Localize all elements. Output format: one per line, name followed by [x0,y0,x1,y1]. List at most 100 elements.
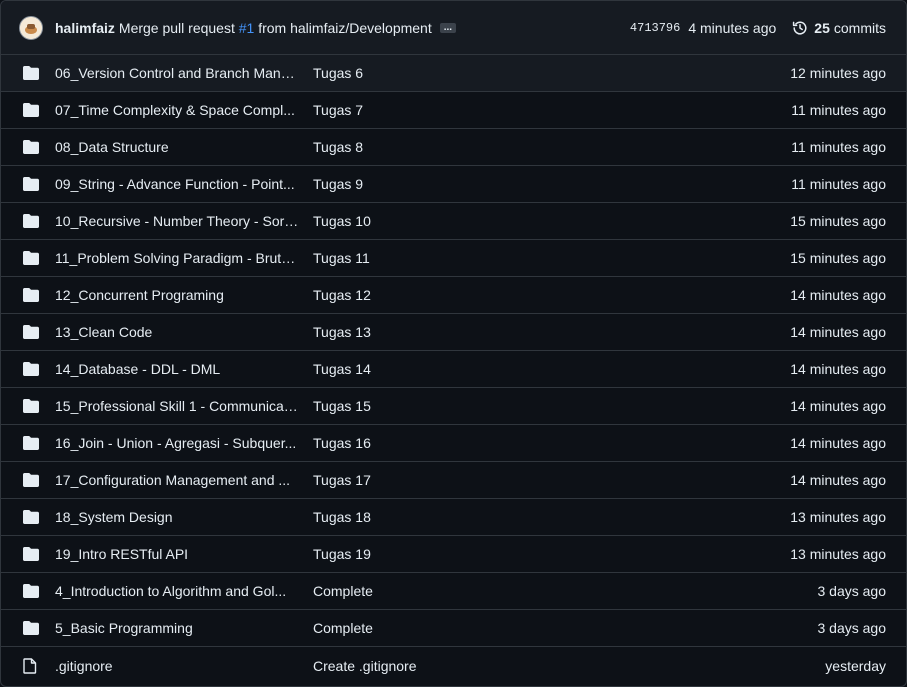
commit-sha[interactable]: 4713796 [630,21,680,35]
commit-author[interactable]: halimfaiz [55,20,115,36]
folder-icon [23,250,41,266]
commit-message-prefix[interactable]: Merge pull request [119,20,235,36]
file-row[interactable]: .gitignore Create .gitignore yesterday [1,647,906,684]
file-name-link[interactable]: 5_Basic Programming [55,620,299,636]
last-commit-age: 14 minutes ago [790,398,886,414]
last-commit-message-link[interactable]: Tugas 12 [313,287,790,303]
last-commit-message-link[interactable]: Complete [313,583,818,599]
file-icon [23,657,41,674]
folder-icon [23,509,41,525]
folder-icon [23,324,41,340]
last-commit-age: 14 minutes ago [790,324,886,340]
last-commit-message-link[interactable]: Tugas 17 [313,472,790,488]
last-commit-age: 14 minutes ago [790,361,886,377]
file-row[interactable]: 10_Recursive - Number Theory - Sort... T… [1,203,906,240]
folder-icon [23,361,41,377]
folder-icon [23,583,41,599]
folder-icon [23,435,41,451]
last-commit-message-link[interactable]: Tugas 16 [313,435,790,451]
folder-icon [23,620,41,636]
file-name-link[interactable]: 08_Data Structure [55,139,299,155]
file-name-link[interactable]: 19_Intro RESTful API [55,546,299,562]
file-list: 06_Version Control and Branch Mana... Tu… [1,55,906,684]
last-commit-message-link[interactable]: Tugas 10 [313,213,790,229]
folder-icon [23,102,41,118]
file-name-link[interactable]: 12_Concurrent Programing [55,287,299,303]
last-commit-message-link[interactable]: Tugas 9 [313,176,791,192]
expand-commit-message-button[interactable]: ... [439,22,457,33]
commit-message[interactable]: Merge pull request #1 from halimfaiz/Dev… [119,20,432,36]
commits-label[interactable]: commits [834,20,886,36]
file-name-link[interactable]: 18_System Design [55,509,299,525]
last-commit-message-link[interactable]: Tugas 6 [313,65,790,81]
file-row[interactable]: 15_Professional Skill 1 - Communicati...… [1,388,906,425]
file-name-link[interactable]: 16_Join - Union - Agregasi - Subquer... [55,435,299,451]
last-commit-age: 14 minutes ago [790,435,886,451]
file-row[interactable]: 5_Basic Programming Complete 3 days ago [1,610,906,647]
avatar[interactable] [19,15,43,40]
file-row[interactable]: 14_Database - DDL - DML Tugas 14 14 minu… [1,351,906,388]
file-name-link[interactable]: 10_Recursive - Number Theory - Sort... [55,213,299,229]
file-name-link[interactable]: .gitignore [55,658,299,674]
last-commit-message-link[interactable]: Tugas 18 [313,509,790,525]
file-row[interactable]: 17_Configuration Management and ... Tuga… [1,462,906,499]
latest-commit-bar: halimfaiz Merge pull request #1 from hal… [1,1,906,55]
file-row[interactable]: 4_Introduction to Algorithm and Gol... C… [1,573,906,610]
file-row[interactable]: 16_Join - Union - Agregasi - Subquer... … [1,425,906,462]
last-commit-message-link[interactable]: Tugas 15 [313,398,790,414]
file-name-link[interactable]: 4_Introduction to Algorithm and Gol... [55,583,299,599]
last-commit-age: 12 minutes ago [790,65,886,81]
file-row[interactable]: 12_Concurrent Programing Tugas 12 14 min… [1,277,906,314]
last-commit-age: yesterday [825,657,886,674]
last-commit-message-link[interactable]: Complete [313,620,818,636]
history-icon [793,20,807,34]
file-row[interactable]: 19_Intro RESTful API Tugas 19 13 minutes… [1,536,906,573]
commits-count[interactable]: 25 [814,20,830,36]
file-row[interactable]: 13_Clean Code Tugas 13 14 minutes ago [1,314,906,351]
last-commit-message-link[interactable]: Tugas 7 [313,102,791,118]
last-commit-age: 3 days ago [817,583,887,599]
folder-icon [23,287,41,303]
folder-icon [23,472,41,488]
file-name-link[interactable]: 11_Problem Solving Paradigm - Brute... [55,250,299,266]
file-name-link[interactable]: 06_Version Control and Branch Mana... [55,65,299,81]
folder-icon [23,398,41,414]
commits-link[interactable]: 25 commits [792,20,886,36]
folder-icon [23,139,41,155]
last-commit-age: 14 minutes ago [790,472,886,488]
file-name-link[interactable]: 14_Database - DDL - DML [55,361,299,377]
folder-icon [23,213,41,229]
last-commit-age: 3 days ago [817,620,887,636]
last-commit-message-link[interactable]: Tugas 14 [313,361,790,377]
file-row[interactable]: 11_Problem Solving Paradigm - Brute... T… [1,240,906,277]
last-commit-age: 15 minutes ago [790,250,886,266]
file-name-link[interactable]: 17_Configuration Management and ... [55,472,299,488]
last-commit-age: 11 minutes ago [791,102,886,118]
last-commit-message-link[interactable]: Create .gitignore [313,658,825,674]
folder-icon [23,65,41,81]
last-commit-age: 11 minutes ago [791,139,886,155]
file-name-link[interactable]: 13_Clean Code [55,324,299,340]
folder-icon [23,546,41,562]
commit-time: 4 minutes ago [688,19,777,36]
last-commit-message-link[interactable]: Tugas 11 [313,250,790,266]
file-name-link[interactable]: 07_Time Complexity & Space Compl... [55,102,299,118]
commit-message-suffix[interactable]: from halimfaiz/Development [258,20,432,36]
last-commit-age: 15 minutes ago [790,213,886,229]
file-row[interactable]: 08_Data Structure Tugas 8 11 minutes ago [1,129,906,166]
pull-request-link[interactable]: #1 [239,20,255,36]
file-name-link[interactable]: 15_Professional Skill 1 - Communicati... [55,398,299,414]
file-browser: halimfaiz Merge pull request #1 from hal… [0,0,907,687]
file-row[interactable]: 07_Time Complexity & Space Compl... Tuga… [1,92,906,129]
last-commit-message-link[interactable]: Tugas 8 [313,139,791,155]
last-commit-age: 14 minutes ago [790,287,886,303]
file-row[interactable]: 18_System Design Tugas 18 13 minutes ago [1,499,906,536]
file-name-link[interactable]: 09_String - Advance Function - Point... [55,176,299,192]
last-commit-message-link[interactable]: Tugas 13 [313,324,790,340]
last-commit-age: 13 minutes ago [790,509,886,525]
file-row[interactable]: 06_Version Control and Branch Mana... Tu… [1,55,906,92]
last-commit-age: 11 minutes ago [791,176,886,192]
file-row[interactable]: 09_String - Advance Function - Point... … [1,166,906,203]
last-commit-message-link[interactable]: Tugas 19 [313,546,790,562]
folder-icon [23,176,41,192]
